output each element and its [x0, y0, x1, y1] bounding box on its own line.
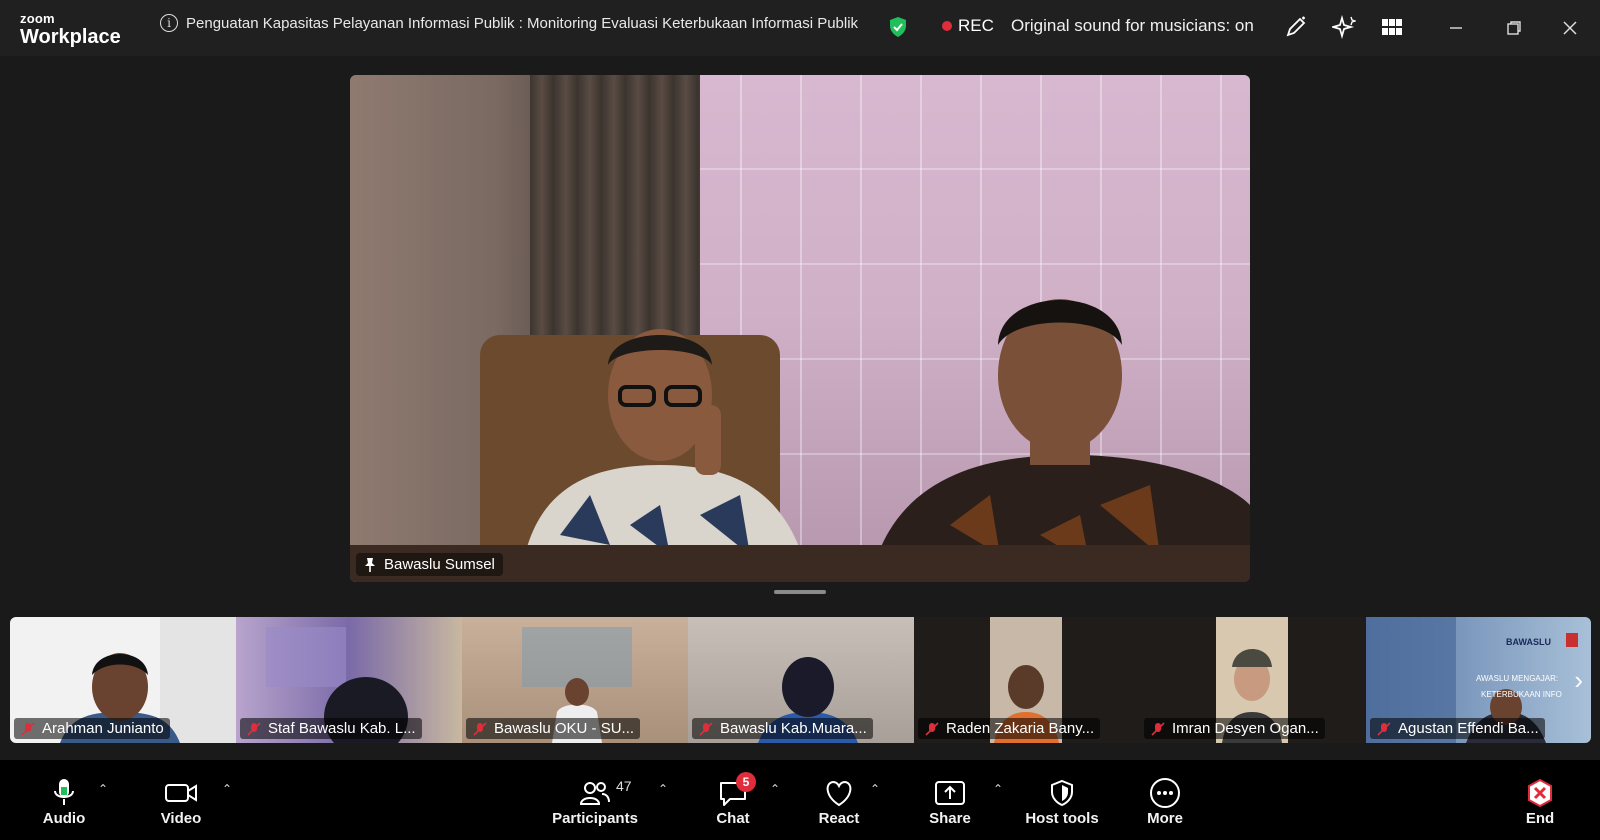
muted-mic-icon: [925, 721, 939, 736]
chat-options-chevron-up-icon[interactable]: ⌃: [770, 782, 780, 796]
host-tools-button[interactable]: Host tools: [1017, 776, 1107, 827]
pin-icon[interactable]: [364, 557, 376, 573]
participant-name: Bawaslu Kab.Muara...: [720, 720, 867, 737]
microphone-icon: [51, 776, 77, 810]
share-button[interactable]: Share: [905, 776, 995, 827]
meeting-toolbar: Audio ⌃ Video ⌃ 47 Participants ⌃ 5 Chat…: [0, 760, 1600, 840]
resize-handle[interactable]: [774, 590, 826, 594]
host-tools-label: Host tools: [1025, 810, 1099, 827]
title-bar: zoom Workplace i Penguatan Kapasitas Pel…: [0, 0, 1600, 56]
main-video-name-tag: Bawaslu Sumsel: [356, 553, 503, 576]
annotate-icon[interactable]: [1283, 14, 1309, 40]
chat-unread-badge: 5: [736, 772, 756, 792]
participant-tile[interactable]: BAWASLU AWASLU MENGAJAR: KETERBUKAAN INF…: [1366, 617, 1591, 743]
participant-name: Imran Desyen Ogan...: [1172, 720, 1319, 737]
recording-indicator[interactable]: REC: [942, 16, 994, 36]
muted-mic-icon: [1377, 721, 1391, 736]
logo-workplace-text: Workplace: [20, 26, 121, 48]
meeting-title: Penguatan Kapasitas Pelayanan Informasi …: [186, 14, 859, 32]
shield-icon: [1049, 776, 1075, 810]
grid-view-icon[interactable]: [1379, 14, 1405, 40]
participant-name-tag: Imran Desyen Ogan...: [1144, 718, 1325, 739]
video-person-left: [520, 329, 810, 582]
participant-tile[interactable]: Bawaslu Kab.Muara...: [688, 617, 914, 743]
more-label: More: [1147, 810, 1183, 827]
zoom-logo: zoom Workplace: [20, 12, 121, 47]
bawaslu-brand-text: BAWASLU: [1506, 637, 1551, 647]
recording-dot-icon: [942, 21, 952, 31]
chat-icon: 5: [718, 772, 756, 810]
video-person-right: [870, 299, 1250, 582]
chat-button[interactable]: 5 Chat: [688, 772, 778, 827]
video-options-chevron-up-icon[interactable]: ⌃: [222, 782, 232, 796]
slide-heading-1: AWASLU MENGAJAR:: [1476, 674, 1558, 683]
more-button[interactable]: More: [1120, 776, 1210, 827]
participant-name-tag: Raden Zakaria Bany...: [918, 718, 1101, 739]
share-screen-icon: [934, 776, 966, 810]
muted-mic-icon: [21, 721, 35, 736]
minimize-icon[interactable]: [1442, 14, 1470, 42]
share-label: Share: [929, 810, 971, 827]
recording-label: REC: [958, 16, 994, 35]
video-label: Video: [160, 810, 202, 827]
react-label: React: [818, 810, 860, 827]
end-label: End: [1525, 810, 1555, 827]
original-sound-status[interactable]: Original sound for musicians: on: [1011, 16, 1254, 36]
participants-icon: 47: [580, 776, 632, 810]
meeting-info[interactable]: i Penguatan Kapasitas Pelayanan Informas…: [160, 14, 858, 32]
participant-name-tag: Bawaslu OKU - SU...: [466, 718, 641, 739]
participant-tile[interactable]: Bawaslu OKU - SU...: [462, 617, 688, 743]
muted-mic-icon: [1151, 721, 1165, 736]
participant-name: Raden Zakaria Bany...: [946, 720, 1095, 737]
participant-name: Arahman Junianto: [42, 720, 164, 737]
participant-strip: Arahman Junianto Staf Bawaslu Kab. L... …: [10, 617, 1591, 743]
more-icon: [1149, 776, 1181, 810]
participants-label: Participants: [552, 810, 638, 827]
react-options-chevron-up-icon[interactable]: ⌃: [870, 782, 880, 796]
zoom-window: zoom Workplace i Penguatan Kapasitas Pel…: [0, 0, 1600, 840]
participant-name-tag: Bawaslu Kab.Muara...: [692, 718, 873, 739]
audio-options-chevron-up-icon[interactable]: ⌃: [98, 782, 108, 796]
logo-zoom-text: zoom: [20, 11, 55, 26]
participant-name-tag: Staf Bawaslu Kab. L...: [240, 718, 422, 739]
end-meeting-icon: [1525, 776, 1555, 810]
info-icon[interactable]: i: [160, 14, 178, 32]
muted-mic-icon: [699, 721, 713, 736]
restore-icon[interactable]: [1500, 14, 1528, 42]
heart-icon: [823, 776, 855, 810]
participant-tile[interactable]: Raden Zakaria Bany...: [914, 617, 1140, 743]
main-video-name: Bawaslu Sumsel: [384, 556, 495, 573]
muted-mic-icon: [473, 721, 487, 736]
main-video-tile[interactable]: Bawaslu Sumsel: [350, 75, 1250, 582]
participant-name: Bawaslu OKU - SU...: [494, 720, 635, 737]
close-icon[interactable]: [1556, 14, 1584, 42]
participants-button[interactable]: 47 Participants: [550, 776, 640, 827]
audio-label: Audio: [42, 810, 86, 827]
participant-name: Agustan Effendi Ba...: [1398, 720, 1539, 737]
participant-tile[interactable]: Staf Bawaslu Kab. L...: [236, 617, 462, 743]
participant-tile[interactable]: Imran Desyen Ogan...: [1140, 617, 1366, 743]
video-button[interactable]: Video: [136, 776, 226, 827]
participant-name-tag: Arahman Junianto: [14, 718, 170, 739]
end-meeting-button[interactable]: End: [1495, 776, 1585, 827]
share-options-chevron-up-icon[interactable]: ⌃: [993, 782, 1003, 796]
participants-options-chevron-up-icon[interactable]: ⌃: [658, 782, 668, 796]
chat-label: Chat: [716, 810, 750, 827]
chevron-right-icon[interactable]: ›: [1574, 665, 1583, 696]
slide-heading-2: KETERBUKAAN INFO: [1481, 690, 1562, 699]
encryption-shield-icon[interactable]: [888, 16, 908, 38]
camera-icon: [164, 776, 198, 810]
participant-name: Staf Bawaslu Kab. L...: [268, 720, 416, 737]
participants-count: 47: [616, 778, 632, 794]
ai-companion-icon[interactable]: [1331, 14, 1357, 40]
bawaslu-logo-icon: [1566, 633, 1578, 647]
participant-tile[interactable]: Arahman Junianto: [10, 617, 236, 743]
muted-mic-icon: [247, 721, 261, 736]
participant-name-tag: Agustan Effendi Ba...: [1370, 718, 1545, 739]
audio-button[interactable]: Audio: [19, 776, 109, 827]
